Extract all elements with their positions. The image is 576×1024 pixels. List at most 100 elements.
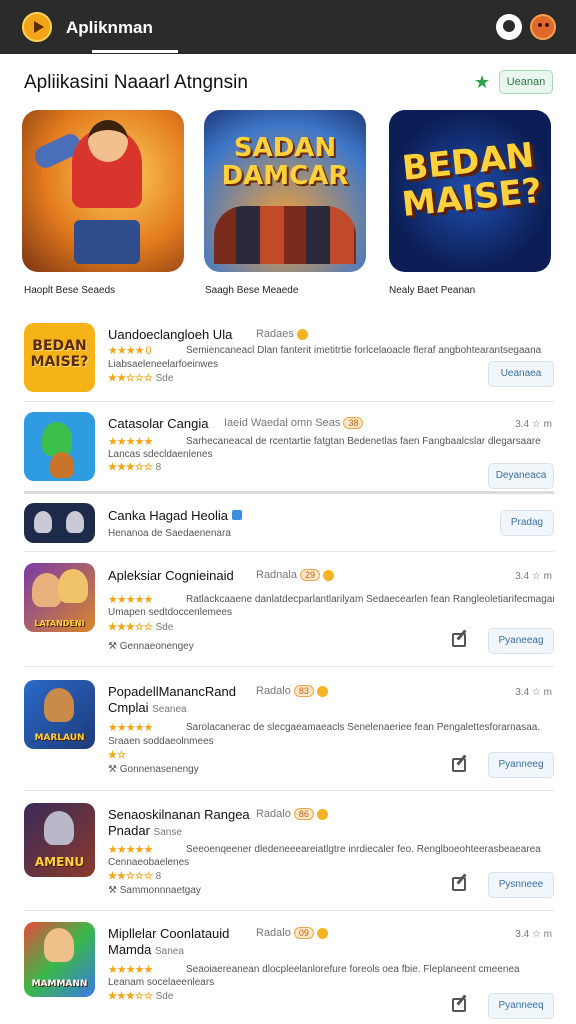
character-figure bbox=[66, 511, 84, 533]
item-title: Mipllelar Coonlatauid bbox=[108, 926, 230, 941]
list-item[interactable]: MARLAUN PopadellManancRand Radalo 83 3.4… bbox=[24, 680, 554, 788]
thumbnail-text: MAMMANN bbox=[31, 979, 88, 989]
item-action-button[interactable]: Pyanneeq bbox=[488, 993, 554, 1019]
edit-icon[interactable] bbox=[452, 877, 466, 891]
item-description: Sarhecaneacal de rcentartie fatgtan Bede… bbox=[186, 436, 541, 447]
item-action-button[interactable]: Pyaneeag bbox=[488, 628, 554, 654]
coin-icon bbox=[323, 569, 335, 581]
item-title: Apleksiar Cognieinaid bbox=[108, 568, 234, 583]
level-badge: 38 bbox=[343, 417, 364, 429]
item-category: Iaeid Waedal omn Seas 38 bbox=[224, 417, 364, 429]
divider bbox=[24, 551, 554, 552]
small-rating: ★★☆☆☆ 8 bbox=[108, 871, 162, 882]
item-title: Catasolar Cangia bbox=[108, 416, 209, 431]
small-rating: ★★★☆☆ 8 bbox=[108, 462, 162, 473]
coin-icon bbox=[317, 927, 328, 939]
item-action-button[interactable]: Pyanneeg bbox=[488, 752, 554, 778]
level-badge: 09 bbox=[293, 927, 314, 939]
hero-legs bbox=[74, 220, 140, 264]
featured-art-title: SADAN DAMCAR bbox=[221, 133, 349, 191]
app-thumbnail bbox=[24, 412, 95, 481]
edit-icon[interactable] bbox=[452, 998, 466, 1012]
small-rating: ★★☆☆☆ Sde bbox=[108, 373, 174, 384]
item-action-button[interactable]: Pradag bbox=[500, 510, 554, 536]
item-title-line2: Mamda Sanea bbox=[108, 942, 184, 957]
section-action-button[interactable]: Ueanan bbox=[499, 70, 553, 94]
divider bbox=[24, 910, 554, 911]
character-group bbox=[214, 206, 356, 264]
item-description: Seaoiaereanean dlocpleelanlorefure foreo… bbox=[186, 964, 520, 975]
item-subtitle: Sraaen soddaeolnmees bbox=[108, 736, 214, 747]
divider bbox=[24, 790, 554, 791]
level-badge: 83 bbox=[293, 685, 314, 697]
app-thumbnail: MARLAUN bbox=[24, 680, 95, 749]
featured-card[interactable]: BEDAN MAISE? bbox=[389, 110, 551, 272]
item-subtitle: Leanam socelaeenlears bbox=[108, 977, 215, 988]
featured-card[interactable] bbox=[22, 110, 184, 272]
list-item[interactable]: BEDAN MAISE? Uandoeclangloeh Ula Radaes … bbox=[24, 323, 554, 403]
item-footer: ⚒ Gennaeonengey bbox=[108, 641, 194, 652]
app-logo-icon[interactable] bbox=[22, 12, 52, 42]
level-badge: 29 bbox=[300, 569, 321, 581]
item-action-button[interactable]: Deyaneaca bbox=[488, 463, 554, 489]
list-item[interactable]: LATANDENI Apleksiar Cognieinaid Radnala … bbox=[24, 563, 554, 663]
item-description: Sarolacanerac de slecgaeamaeacls Senelen… bbox=[186, 722, 541, 733]
thumbnail-text: LATANDENI bbox=[34, 619, 85, 628]
list-item[interactable]: MAMMANN Mipllelar Coonlatauid Radalo 09 … bbox=[24, 922, 554, 1022]
item-description: Semiencaneacl Dlan fanterit imetitrtie f… bbox=[186, 345, 542, 356]
thumbnail-text: AMENU bbox=[34, 855, 85, 869]
featured-card[interactable]: SADAN DAMCAR bbox=[204, 110, 366, 272]
featured-art-title: BEDAN MAISE? bbox=[400, 135, 544, 226]
item-title: Senaoskilnanan Rangea bbox=[108, 807, 250, 822]
edit-icon[interactable] bbox=[452, 633, 466, 647]
featured-label: Nealy Baet Peanan bbox=[389, 285, 476, 296]
item-subtitle: Lancas sdecldaenlenes bbox=[108, 449, 213, 460]
thumbnail-text: BEDAN MAISE? bbox=[30, 338, 89, 370]
item-title: Canka Hagad Heolia bbox=[108, 508, 242, 523]
star-rating: ★★★★★ bbox=[108, 594, 153, 606]
item-subtitle: Cennaeobaelenes bbox=[108, 857, 190, 868]
item-category: Radaes bbox=[256, 328, 308, 340]
character-figure bbox=[44, 811, 74, 845]
divider bbox=[24, 666, 554, 667]
list-item[interactable]: Canka Hagad Heolia Henanoa de Saedaenena… bbox=[24, 503, 554, 547]
character-figure bbox=[58, 569, 88, 603]
star-rating: ★★★★★ bbox=[108, 964, 153, 976]
user-icon[interactable] bbox=[496, 14, 522, 40]
rating-value: 3.4 ☆ m bbox=[515, 687, 552, 698]
edit-icon[interactable] bbox=[452, 758, 466, 772]
item-subtitle: Umapen sedtdoccenlemees bbox=[108, 607, 232, 618]
item-category: Radalo 86 bbox=[256, 808, 328, 820]
featured-label: Saagh Bese Meaede bbox=[205, 285, 299, 296]
item-title: PopadellManancRand bbox=[108, 684, 236, 699]
rating-value: 3.4 ☆ m bbox=[515, 571, 552, 582]
star-icon: ★ bbox=[474, 72, 491, 92]
rating-value: 3.4 ☆ m bbox=[515, 929, 552, 940]
item-description: Seeoenqeener dledeneeeareiatlgtre inrdie… bbox=[186, 844, 541, 855]
level-badge: 86 bbox=[293, 808, 314, 820]
item-description: Ratlackcaaene danlatdecparlantlarilyam S… bbox=[186, 594, 554, 605]
list-item[interactable]: Catasolar Cangia Iaeid Waedal omn Seas 3… bbox=[24, 412, 554, 492]
small-rating: ★★★☆☆ Sde bbox=[108, 991, 174, 1002]
character-figure bbox=[44, 928, 74, 962]
app-thumbnail: MAMMANN bbox=[24, 922, 95, 997]
item-category: Radalo 83 bbox=[256, 685, 328, 697]
app-title: Apliknman bbox=[66, 18, 153, 37]
star-rating: ★★★★★ bbox=[108, 436, 153, 448]
item-action-button[interactable]: Ueanaea bbox=[488, 361, 554, 387]
item-footer: ⚒ Gonnenasenengy bbox=[108, 764, 199, 775]
small-rating: ★★★☆☆ Sde bbox=[108, 622, 174, 633]
item-category: Radalo 09 bbox=[256, 927, 328, 939]
character-figure bbox=[44, 688, 74, 722]
small-rating: ★☆ bbox=[108, 750, 126, 761]
item-action-button[interactable]: Pysnneee bbox=[488, 872, 554, 898]
list-item[interactable]: AMENU Senaoskilnanan Rangea Radalo 86 Pn… bbox=[24, 803, 554, 907]
item-title: Uandoeclangloeh Ula bbox=[108, 327, 233, 342]
item-subtitle: Liabsaeleneelarfoeinwes bbox=[108, 359, 219, 370]
avatar[interactable] bbox=[530, 14, 556, 40]
item-title-line2: Cmplai Seanea bbox=[108, 700, 187, 715]
divider bbox=[24, 401, 554, 402]
coin-icon bbox=[317, 685, 328, 697]
rating-value: 3.4 ☆ m bbox=[515, 419, 552, 430]
app-thumbnail: BEDAN MAISE? bbox=[24, 323, 95, 392]
